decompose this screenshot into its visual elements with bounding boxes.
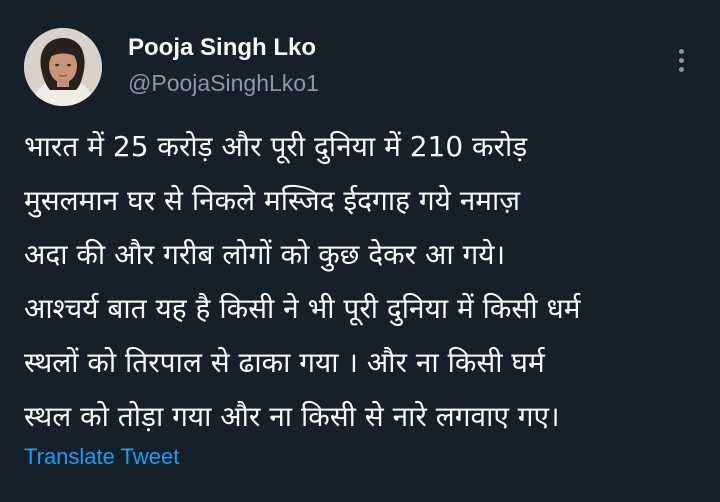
more-vertical-icon-dot	[678, 57, 684, 63]
author-handle[interactable]: @PoojaSinghLko1	[128, 70, 319, 97]
more-vertical-icon	[678, 48, 684, 54]
tweet-text-line: स्थलों को तिरपाल से ढाका गया । और ना किस…	[24, 346, 545, 379]
more-vertical-icon-dot	[678, 66, 684, 72]
tweet-text-line: मुसलमान घर से निकले मस्जिद ईदगाह गये नमा…	[24, 184, 521, 217]
tweet-card: Pooja Singh Lko @PoojaSinghLko1 भारत में…	[0, 0, 720, 502]
tweet-text-line: अदा की और गरीब लोगों को कुछ देकर आ गये।	[24, 238, 506, 271]
avatar[interactable]	[24, 28, 102, 106]
tweet-text-line: स्थल को तोड़ा गया और ना किसी से नारे लगव…	[24, 400, 560, 433]
tweet-text: भारत में 25 करोड़ और पूरी दुनिया में 210…	[24, 120, 704, 444]
translate-tweet-link[interactable]: Translate Tweet	[24, 444, 179, 470]
author-display-name[interactable]: Pooja Singh Lko	[128, 34, 316, 62]
tweet-text-line: भारत में 25 करोड़ और पूरी दुनिया में 210…	[24, 130, 528, 163]
more-options-button[interactable]	[664, 40, 698, 80]
profile-photo-icon	[24, 28, 102, 106]
tweet-text-line: आश्चर्य बात यह है किसी ने भी पूरी दुनिया…	[24, 292, 581, 325]
